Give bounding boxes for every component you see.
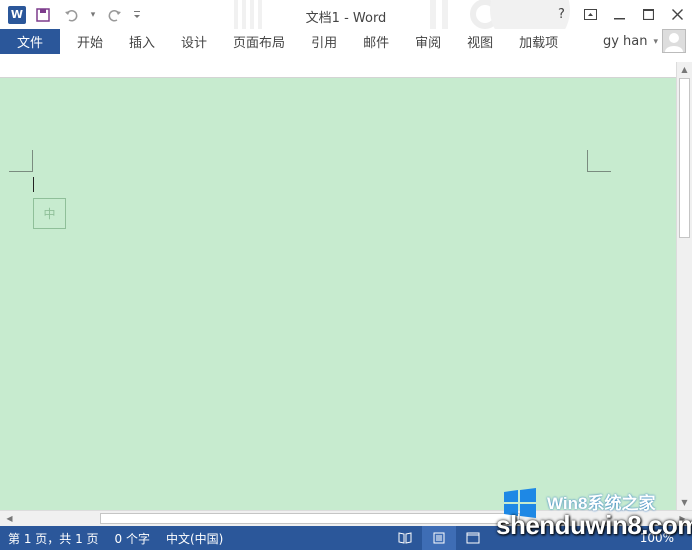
margin-mark-top-right (587, 150, 611, 172)
horizontal-scroll-thumb[interactable] (100, 513, 520, 524)
scroll-up-arrow-icon[interactable]: ▲ (677, 62, 692, 77)
title-bar: W ▾ 文档1 - Word ? (0, 0, 692, 29)
ribbon-display-icon (584, 9, 597, 20)
margin-mark-top-left (9, 150, 33, 172)
ime-indicator[interactable]: 中 (33, 198, 66, 229)
page-icon (433, 532, 445, 544)
scroll-down-arrow-icon[interactable]: ▼ (677, 495, 692, 510)
web-layout-icon (466, 532, 480, 544)
tab-view[interactable]: 视图 (454, 29, 506, 54)
user-avatar-icon (665, 33, 683, 52)
tab-insert[interactable]: 插入 (116, 29, 168, 54)
help-button[interactable]: ? (547, 0, 576, 29)
zoom-control[interactable]: 100% (640, 526, 674, 550)
ribbon-display-options-button[interactable] (576, 0, 605, 29)
close-icon (672, 9, 683, 20)
language[interactable]: 中文(中国) (158, 530, 231, 547)
page-info[interactable]: 第 1 页，共 1 页 (0, 530, 107, 547)
scroll-right-arrow-icon[interactable]: ▶ (675, 511, 690, 526)
tab-references[interactable]: 引用 (298, 29, 350, 54)
tab-file[interactable]: 文件 (0, 29, 60, 54)
minimize-button[interactable] (605, 0, 634, 29)
word-count[interactable]: 0 个字 (107, 530, 158, 547)
tab-design[interactable]: 设计 (168, 29, 220, 54)
view-buttons (388, 526, 490, 550)
horizontal-scrollbar[interactable]: ◀ ▶ (0, 510, 692, 526)
ribbon-collapsed-area (0, 54, 692, 78)
ribbon-tabs: 文件 开始 插入 设计 页面布局 引用 邮件 审阅 视图 加载项 gy han … (0, 29, 692, 54)
vertical-scroll-thumb[interactable] (679, 78, 690, 238)
close-button[interactable] (663, 0, 692, 29)
tab-page-layout[interactable]: 页面布局 (220, 29, 298, 54)
user-name: gy han (602, 34, 648, 49)
tab-home[interactable]: 开始 (60, 29, 116, 54)
print-layout-button[interactable] (422, 526, 456, 550)
document-area[interactable] (0, 78, 676, 510)
book-icon (398, 532, 412, 544)
vertical-scrollbar[interactable]: ▲ ▼ (676, 62, 692, 510)
scroll-left-arrow-icon[interactable]: ◀ (2, 511, 17, 526)
maximize-icon (643, 9, 654, 20)
window-controls: ? (547, 0, 692, 29)
text-cursor (33, 177, 34, 192)
tab-addins[interactable]: 加载项 (506, 29, 571, 54)
chevron-down-icon: ▾ (653, 36, 658, 47)
status-bar: 第 1 页，共 1 页 0 个字 中文(中国) 100% (0, 526, 692, 550)
tab-mailings[interactable]: 邮件 (350, 29, 402, 54)
read-mode-button[interactable] (388, 526, 422, 550)
tab-review[interactable]: 审阅 (402, 29, 454, 54)
zoom-level[interactable]: 100% (640, 531, 674, 545)
user-account[interactable]: gy han ▾ (603, 29, 658, 54)
web-layout-button[interactable] (456, 526, 490, 550)
avatar[interactable] (662, 29, 686, 53)
minimize-icon (614, 18, 625, 20)
maximize-button[interactable] (634, 0, 663, 29)
